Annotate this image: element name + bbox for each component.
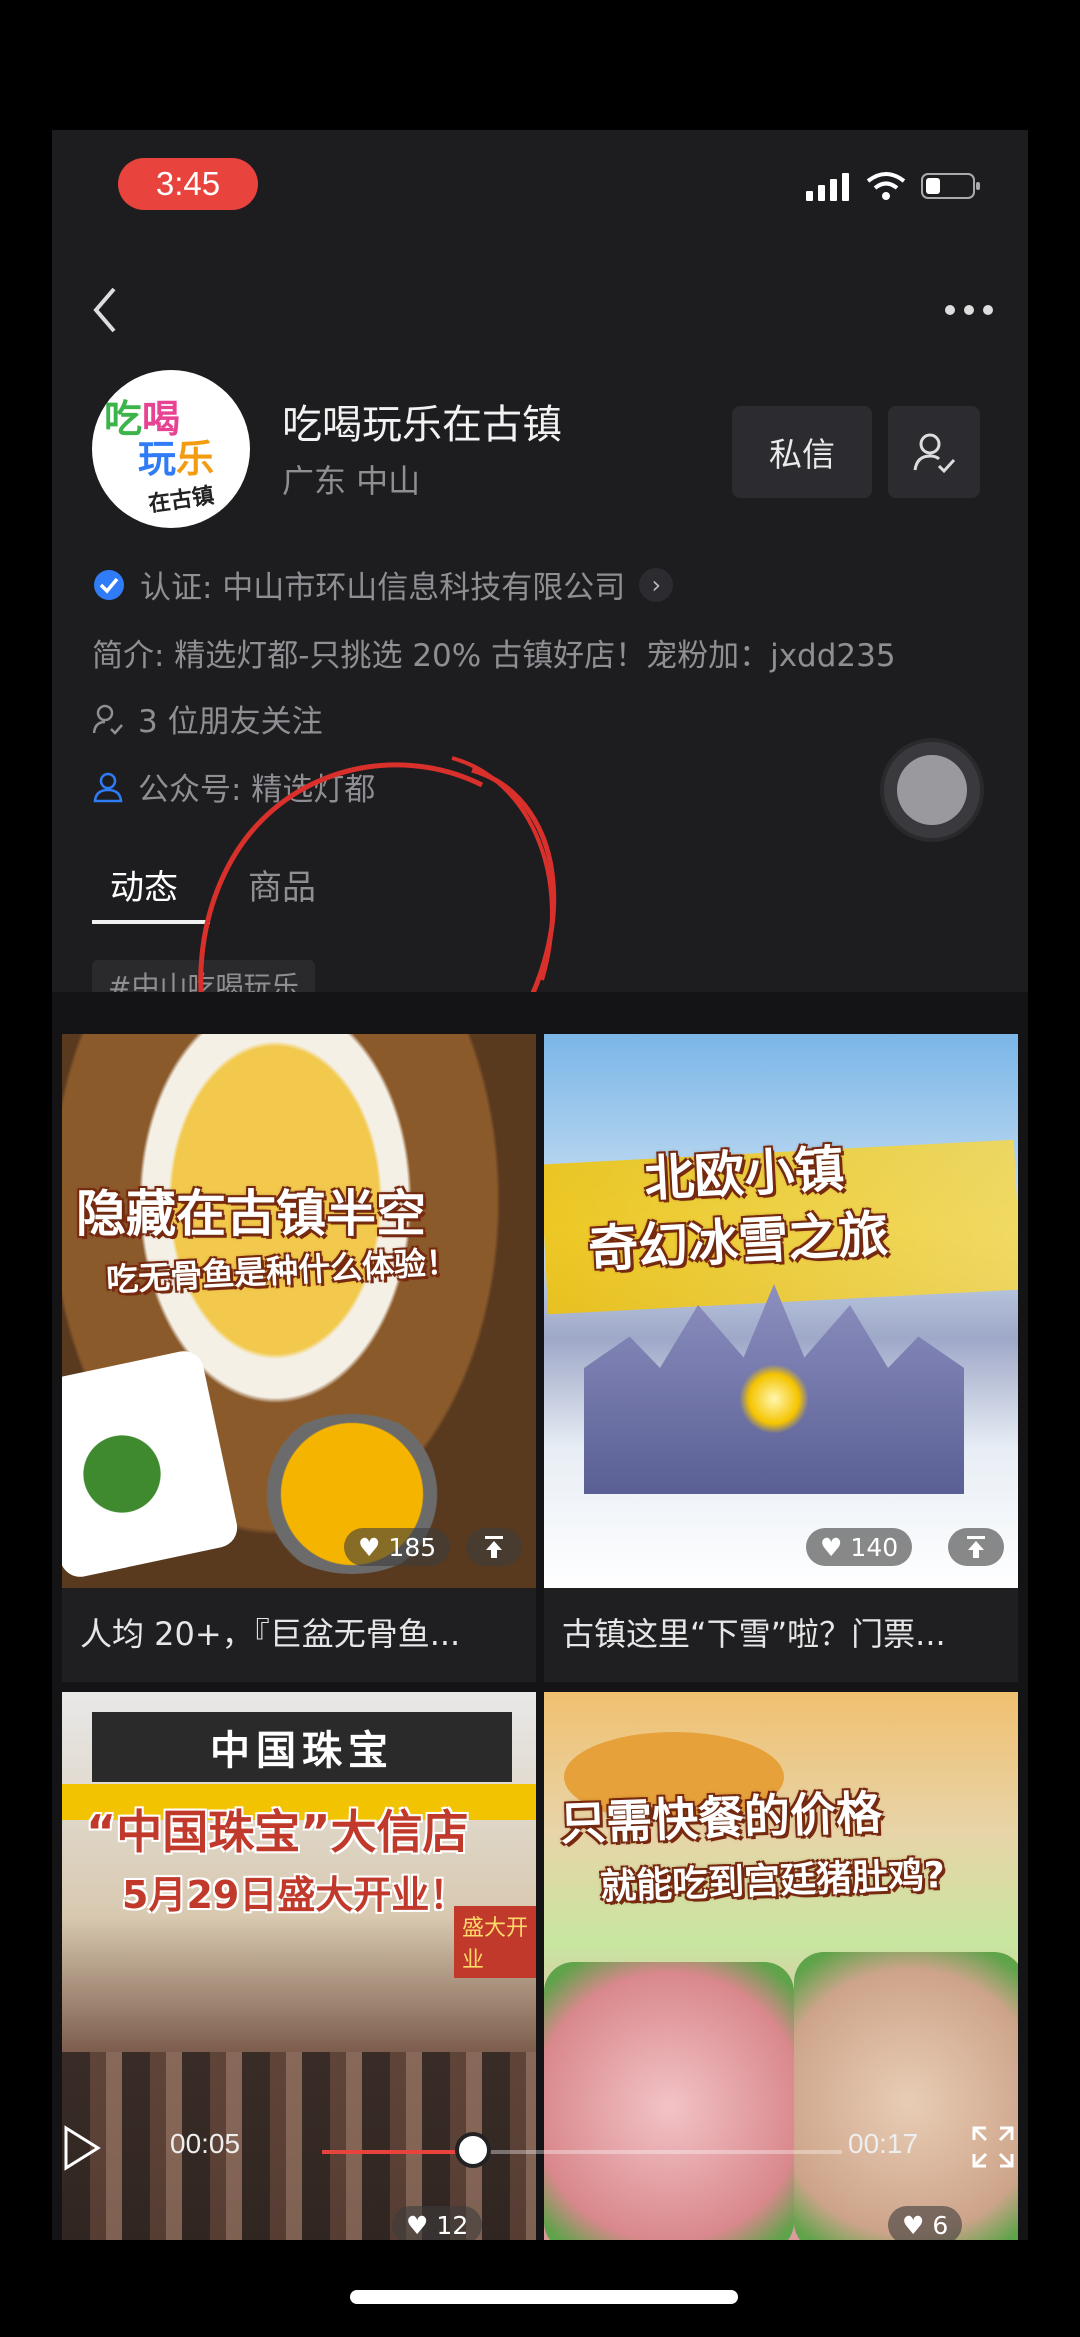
follow-button[interactable] <box>888 406 980 498</box>
store-sign: 中国珠宝 <box>92 1712 512 1782</box>
more-icon <box>945 305 993 315</box>
fullscreen-icon <box>972 2126 1014 2168</box>
post-overlay-line2: 5月29日盛大开业！ <box>122 1873 468 1917</box>
back-button[interactable] <box>70 270 140 350</box>
post-overlay-line2: 吃无骨鱼是种什么体验！ <box>105 1242 459 1300</box>
status-time: 3:45 <box>118 158 258 210</box>
user-check-icon <box>913 433 956 474</box>
video-progress-bar[interactable] <box>322 2132 842 2168</box>
app-screen: 3:45 吃喝 玩乐 在古镇 吃喝玩乐在古镇 广东 中山 私信 认证: 中山市环… <box>52 130 1028 2240</box>
post-thumbnail: 隐藏在古镇半空 吃无骨鱼是种什么体验！ ♥ 185 <box>62 1034 536 1588</box>
post-thumbnail: 北欧小镇 奇幻冰雪之旅 ♥ 140 <box>544 1034 1018 1588</box>
profile-location: 广东 中山 <box>282 462 421 500</box>
like-count: ♥ 185 <box>344 1528 451 1566</box>
post-card[interactable]: 隐藏在古镇半空 吃无骨鱼是种什么体验！ ♥ 185 人均 20+，『巨盆无骨鱼..… <box>62 1034 536 1682</box>
heart-icon: ♥ <box>358 1532 381 1562</box>
post-title: 人均 20+，『巨盆无骨鱼... <box>80 1615 461 1653</box>
status-icons <box>806 168 982 204</box>
pin-button[interactable] <box>466 1528 522 1566</box>
signal-icon <box>806 173 849 201</box>
video-progress-fill <box>322 2150 473 2154</box>
wifi-icon <box>866 172 906 200</box>
verification-text: 认证: 中山市环山信息科技有限公司 <box>140 570 626 606</box>
post-overlay-line2: 就能吃到宫廷猪肚鸡? <box>599 1854 946 1909</box>
bio-text: 简介: 精选灯都-只挑选 20% 古镇好店！宠粉加：jxdd235 <box>92 638 896 674</box>
fullscreen-button[interactable] <box>970 2124 1016 2174</box>
verified-icon <box>94 569 124 600</box>
friends-icon <box>92 704 123 735</box>
message-button[interactable]: 私信 <box>732 406 872 498</box>
chevron-left-icon <box>93 287 116 333</box>
profile-name: 吃喝玩乐在古镇 <box>282 402 562 448</box>
avatar[interactable]: 吃喝 玩乐 在古镇 <box>92 370 250 528</box>
grand-opening-banner: 盛大开业 <box>454 1906 536 1978</box>
home-indicator[interactable] <box>350 2290 738 2304</box>
video-progress-knob[interactable] <box>454 2132 491 2168</box>
pin-top-icon <box>485 1536 503 1558</box>
video-total-time: 00:17 <box>848 2128 919 2159</box>
heart-icon: ♥ <box>406 2210 429 2240</box>
post-overlay-line1: “中国珠宝”大信店 <box>86 1805 469 1859</box>
pin-top-icon <box>967 1536 985 1558</box>
heart-icon: ♥ <box>820 1532 843 1562</box>
verification-row[interactable]: 认证: 中山市环山信息科技有限公司 › <box>92 562 674 607</box>
play-button[interactable] <box>62 2124 102 2176</box>
battery-icon <box>921 173 980 199</box>
heart-icon: ♥ <box>902 2210 925 2240</box>
video-current-time: 00:05 <box>170 2128 241 2159</box>
post-overlay-line1: 隐藏在古镇半空 <box>76 1185 426 1243</box>
play-icon <box>64 2125 101 2171</box>
like-count: ♥ 140 <box>806 1528 913 1566</box>
post-title: 古镇这里“下雪”啦？门票... <box>562 1615 946 1653</box>
post-card[interactable]: 北欧小镇 奇幻冰雪之旅 ♥ 140 古镇这里“下雪”啦？门票... <box>544 1034 1018 1682</box>
pin-button[interactable] <box>948 1528 1004 1566</box>
chevron-right-icon: › <box>639 567 674 602</box>
like-count: ♥ 12 <box>392 2206 483 2240</box>
user-icon <box>93 772 123 802</box>
like-count: ♥ 6 <box>888 2206 963 2240</box>
floating-assistive-button[interactable] <box>884 742 980 838</box>
video-controls: 00:05 00:17 <box>52 2110 1028 2190</box>
post-overlay-line1: 只需快餐的价格 <box>559 1785 883 1851</box>
more-button[interactable] <box>934 280 1004 340</box>
